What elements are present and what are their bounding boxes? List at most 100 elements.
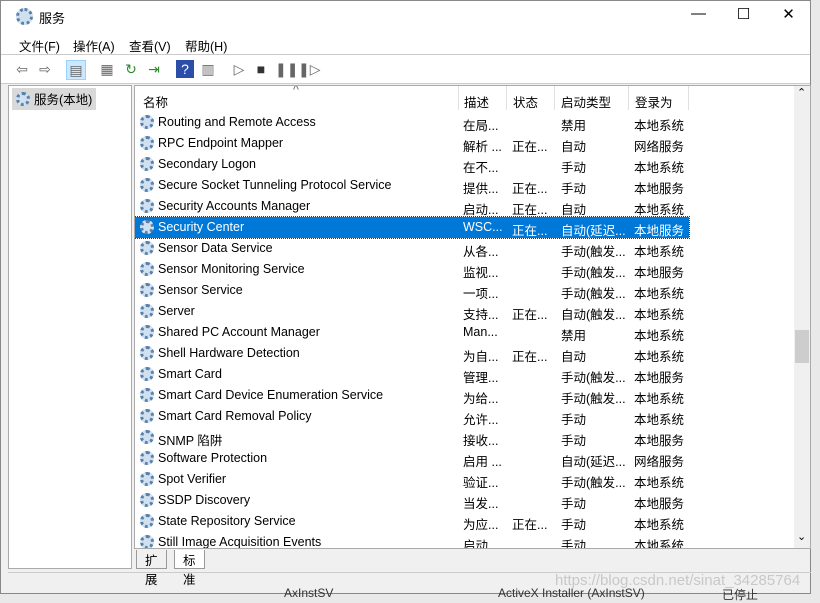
- service-description: 验证...: [463, 476, 499, 490]
- table-row[interactable]: Sensor Service 一项... 手动(触发... 本地系统: [135, 280, 689, 301]
- service-logon-as: 本地系统: [634, 539, 685, 549]
- maximize-button[interactable]: ☐: [721, 5, 766, 27]
- window-title: 服务: [39, 11, 66, 26]
- restart-service-icon[interactable]: ❚▷: [298, 60, 321, 78]
- service-name: Still Image Acquisition Events: [158, 535, 322, 549]
- table-row[interactable]: Security Accounts Manager 启动... 正在... 自动 本地系…: [135, 196, 689, 217]
- table-row[interactable]: RPC Endpoint Mapper 解析 ... 正在... 自动 网络服务: [135, 133, 689, 154]
- menu-help[interactable]: 帮助(H): [185, 36, 227, 55]
- service-status: 正在...: [512, 518, 548, 532]
- column-header-status[interactable]: 状态: [513, 92, 538, 111]
- table-row[interactable]: SNMP 陷阱 接收... 手动 本地服务: [135, 427, 689, 448]
- service-gear-icon: [140, 199, 154, 213]
- service-description: 管理...: [463, 371, 499, 385]
- help-icon[interactable]: ?: [176, 60, 194, 78]
- service-gear-icon: [140, 346, 154, 360]
- service-startup-type: 自动(延迟...: [561, 224, 626, 238]
- table-row[interactable]: Sensor Monitoring Service 监视... 手动(触发... 本地…: [135, 259, 689, 280]
- start-service-icon[interactable]: ▷: [230, 60, 248, 78]
- table-row[interactable]: Smart Card Removal Policy 允许... 手动 本地系统: [135, 406, 689, 427]
- service-gear-icon: [140, 514, 154, 528]
- table-row[interactable]: Shell Hardware Detection 为自... 正在... 自动 本地系统: [135, 343, 689, 364]
- menu-action[interactable]: 操作(A): [73, 36, 115, 55]
- service-name: Secondary Logon: [158, 157, 256, 171]
- service-startup-type: 手动: [561, 497, 587, 511]
- service-description: 启动...: [463, 203, 499, 217]
- service-startup-type: 禁用: [561, 119, 587, 133]
- service-logon-as: 本地系统: [634, 119, 685, 133]
- service-status: 正在...: [512, 182, 548, 196]
- table-row[interactable]: Security Center WSC... 正在... 自动(延迟... 本地服务: [135, 216, 690, 239]
- scroll-up-icon[interactable]: ⌃: [797, 86, 806, 99]
- service-description: 提供...: [463, 182, 499, 196]
- service-description: Man...: [463, 325, 498, 339]
- column-header-name[interactable]: 名称: [143, 92, 168, 111]
- minimize-button[interactable]: —: [676, 5, 721, 27]
- scrollbar-thumb[interactable]: [795, 330, 809, 363]
- menu-view[interactable]: 查看(V): [129, 36, 171, 55]
- service-logon-as: 网络服务: [634, 140, 685, 154]
- service-logon-as: 本地服务: [634, 371, 685, 385]
- service-startup-type: 手动(触发...: [561, 371, 626, 385]
- table-row[interactable]: Routing and Remote Access 在局... 禁用 本地系统: [135, 112, 689, 133]
- table-row[interactable]: Sensor Data Service 从各... 手动(触发... 本地系统: [135, 238, 689, 259]
- table-row[interactable]: Smart Card 管理... 手动(触发... 本地服务: [135, 364, 689, 385]
- service-gear-icon: [140, 388, 154, 402]
- show-action-pane-icon[interactable]: ▥: [199, 60, 217, 78]
- pause-service-icon[interactable]: ❚❚: [275, 60, 298, 78]
- service-description: 支持...: [463, 308, 499, 322]
- service-gear-icon: [140, 283, 154, 297]
- list-header: 名称 ^ 描述 状态 启动类型 登录为: [135, 86, 795, 110]
- table-row[interactable]: Smart Card Device Enumeration Service 为给.…: [135, 385, 689, 406]
- service-name: RPC Endpoint Mapper: [158, 136, 284, 150]
- service-description: 解析 ...: [463, 140, 502, 154]
- stop-service-icon[interactable]: ■: [252, 60, 270, 78]
- forward-arrow-icon[interactable]: ⇨: [36, 60, 54, 78]
- table-row[interactable]: SSDP Discovery 当发... 手动 本地服务: [135, 490, 689, 511]
- tab-extended[interactable]: 扩展: [136, 550, 167, 587]
- service-gear-icon: [140, 262, 154, 276]
- services-list: 名称 ^ 描述 状态 启动类型 登录为 Routing and Remote A…: [134, 85, 811, 549]
- refresh-icon[interactable]: ↻: [122, 60, 140, 78]
- properties-icon[interactable]: ▦: [98, 60, 116, 78]
- show-hide-console-tree-icon[interactable]: ▤: [66, 60, 86, 80]
- table-row[interactable]: Spot Verifier 验证... 手动(触发... 本地系统: [135, 469, 689, 490]
- service-logon-as: 本地服务: [634, 434, 685, 448]
- service-description: 为给...: [463, 392, 499, 406]
- service-logon-as: 本地服务: [634, 182, 685, 196]
- service-startup-type: 手动(触发...: [561, 476, 626, 490]
- service-startup-type: 手动: [561, 518, 587, 532]
- export-list-icon[interactable]: ⇥: [145, 60, 163, 78]
- service-gear-icon: [140, 241, 154, 255]
- vertical-scrollbar[interactable]: ⌃ ⌄: [794, 86, 810, 548]
- back-arrow-icon[interactable]: ⇦: [13, 60, 31, 78]
- table-row[interactable]: Software Protection 启用 ... 自动(延迟... 网络服务: [135, 448, 689, 469]
- column-header-startup-type[interactable]: 启动类型: [561, 92, 611, 111]
- table-row[interactable]: Secondary Logon 在不... 手动 本地系统: [135, 154, 689, 175]
- service-logon-as: 本地系统: [634, 392, 685, 406]
- service-gear-icon: [140, 178, 154, 192]
- table-row[interactable]: Server 支持... 正在... 自动(触发... 本地系统: [135, 301, 689, 322]
- table-row[interactable]: State Repository Service 为应... 正在... 手动 本地系统: [135, 511, 689, 532]
- service-logon-as: 本地系统: [634, 476, 685, 490]
- service-logon-as: 本地服务: [634, 497, 685, 511]
- service-logon-as: 本地系统: [634, 161, 685, 175]
- tab-standard[interactable]: 标准: [174, 550, 205, 587]
- service-startup-type: 自动(延迟...: [561, 455, 626, 469]
- table-row[interactable]: Still Image Acquisition Events 启动... 手动 本地系…: [135, 532, 689, 549]
- service-logon-as: 本地系统: [634, 287, 685, 301]
- close-button[interactable]: ✕: [766, 5, 811, 27]
- column-header-logon-as[interactable]: 登录为: [635, 92, 673, 111]
- menu-file[interactable]: 文件(F): [19, 36, 60, 55]
- service-gear-icon: [140, 451, 154, 465]
- table-row[interactable]: Shared PC Account Manager Man... 禁用 本地系统: [135, 322, 689, 343]
- tree-item-services-local[interactable]: 服务(本地): [12, 88, 97, 110]
- services-gear-icon: [16, 8, 33, 25]
- service-name: Smart Card Device Enumeration Service: [158, 388, 384, 402]
- scroll-down-icon[interactable]: ⌄: [797, 530, 806, 543]
- service-name: Shell Hardware Detection: [158, 346, 300, 360]
- table-row[interactable]: Secure Socket Tunneling Protocol Service…: [135, 175, 689, 196]
- column-header-description[interactable]: 描述: [464, 92, 489, 111]
- service-status: 正在...: [512, 140, 548, 154]
- service-name: Sensor Data Service: [158, 241, 273, 255]
